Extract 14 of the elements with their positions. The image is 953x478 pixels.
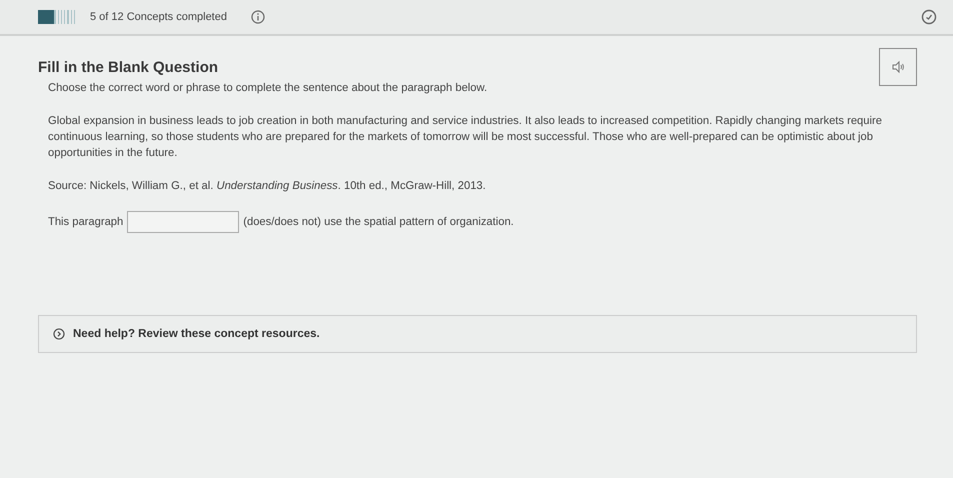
progress-text: 5 of 12 Concepts completed [90,11,227,23]
info-icon[interactable] [250,10,265,24]
blank-input-field[interactable] [127,211,240,233]
check-circle-icon [921,9,937,25]
chevron-circle-icon[interactable] [53,328,65,340]
audio-button[interactable] [879,48,917,86]
speaker-icon [891,60,905,74]
instruction-text: Choose the correct word or phrase to complete the sentence about the paragraph below. [48,81,488,96]
source-citation: Source: Nickels, William G., et al. Understanding Business. 10th ed., McGraw-Hill, 2013. [48,179,487,194]
help-link[interactable]: Need help? Review these concept resources. [73,328,320,340]
question-title: Fill in the Blank Question [38,58,218,76]
sentence-text: (does/does not) use the spatial pattern of organization. [243,215,514,230]
sentence-text: This paragraph [48,215,124,230]
paragraph-text: Global expansion in business leads to job creation in both manufacturing and service industries. It also leads to increased competition. Rapidly changing markets require continuous learning, so those students who are prepared for the markets of tomorrow will be most successful. Those who are well-prepared can be optimistic about job opportunities in the future. [48,114,883,161]
